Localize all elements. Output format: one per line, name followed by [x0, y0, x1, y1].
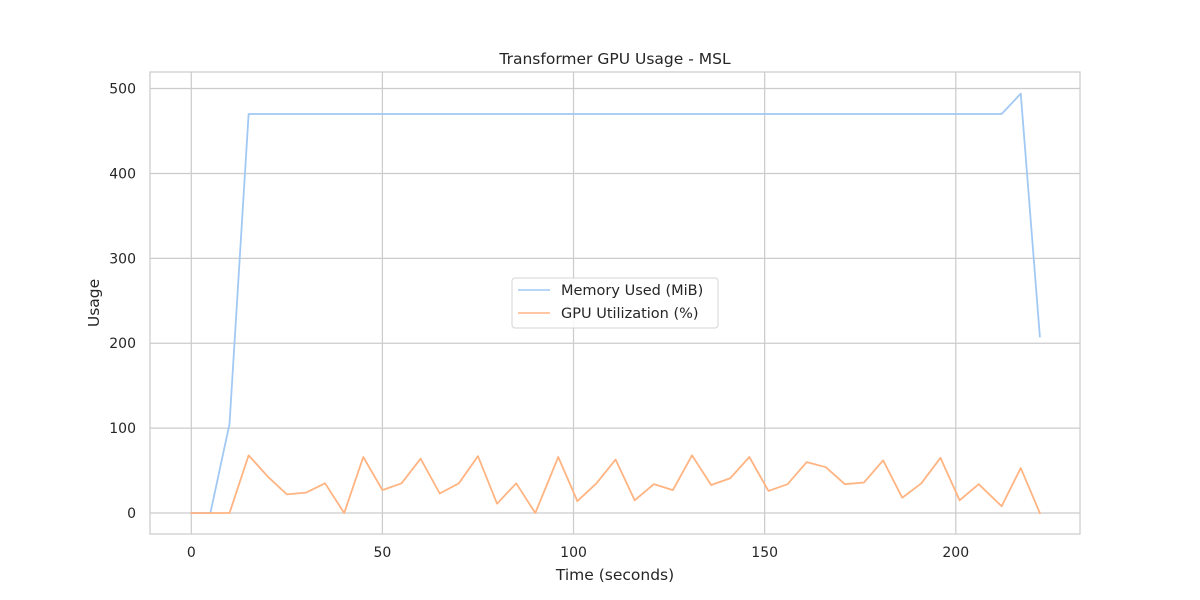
line-chart: 0 50 100 150 200 0 100 200 300 400 500 Transformer… [0, 0, 1200, 600]
y-tick-label: 0 [127, 506, 136, 522]
legend: Memory Used (MiB) GPU Utilization (%) [511, 277, 719, 329]
y-tick-label: 100 [109, 421, 136, 437]
legend-label-memory: Memory Used (MiB) [561, 283, 703, 299]
legend-label-gpu: GPU Utilization (%) [561, 306, 699, 322]
x-tick-label: 50 [373, 545, 391, 561]
x-tick-label: 100 [560, 545, 587, 561]
x-tick-label: 200 [942, 545, 969, 561]
y-tick-label: 400 [109, 166, 136, 182]
y-tick-label: 200 [109, 336, 136, 352]
y-tick-label: 300 [109, 251, 136, 267]
x-tick-label: 150 [751, 545, 778, 561]
x-tick-label: 0 [187, 545, 196, 561]
y-tick-label: 500 [109, 82, 136, 98]
y-axis-label: Usage [85, 279, 103, 327]
x-axis-label: Time (seconds) [555, 566, 674, 584]
chart-title: Transformer GPU Usage - MSL [498, 50, 731, 68]
